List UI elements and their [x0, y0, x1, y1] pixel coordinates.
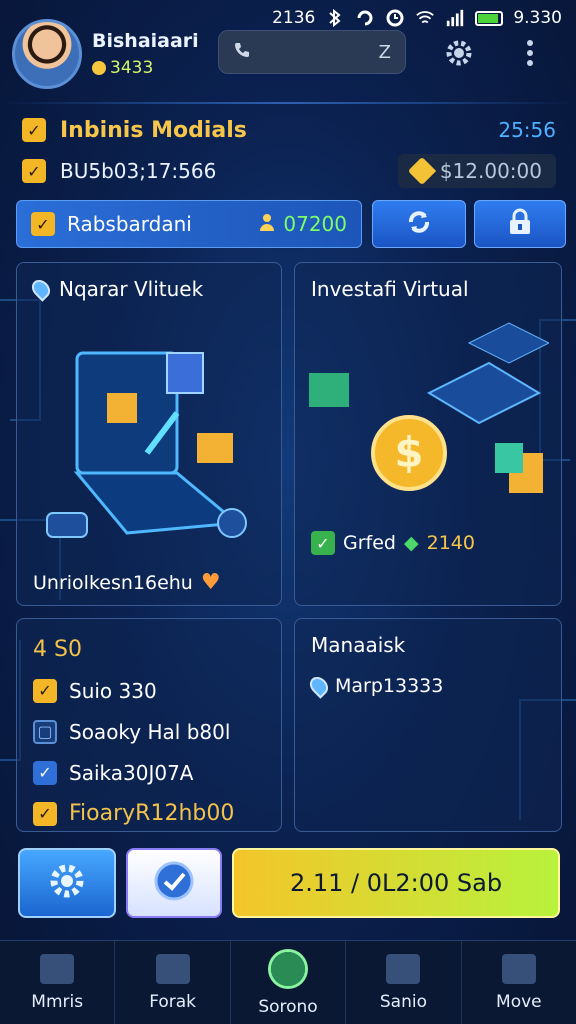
- coin-value: 3433: [110, 58, 154, 78]
- checkbox-icon[interactable]: ▢: [33, 719, 57, 744]
- list-item[interactable]: ✓ Saika30J07A: [33, 752, 265, 793]
- check-icon[interactable]: ✓: [22, 159, 46, 183]
- card-title: Investafi Virtual: [311, 277, 469, 301]
- nav-label: Forak: [149, 991, 197, 1012]
- card-title-text: Manaaisk: [311, 633, 406, 657]
- main-action-button[interactable]: 2.11 / 0L2:00 Sab: [232, 848, 560, 918]
- card-checklist: 4 S0 ✓ Suio 330 ▢ Soaoky Hal b80l ✓ Saik…: [16, 618, 282, 832]
- lock-icon: [507, 208, 533, 240]
- home-icon: [40, 953, 75, 984]
- info-title: Inbinis Modials: [60, 117, 247, 143]
- checklist: 4 S0 ✓ Suio 330 ▢ Soaoky Hal b80l ✓ Saik…: [33, 629, 265, 834]
- pin-icon: [306, 673, 332, 699]
- card-item: Marp13333: [306, 673, 444, 699]
- card-footer-label: Grfed: [343, 532, 396, 554]
- svg-text:$: $: [394, 428, 423, 477]
- search-bar[interactable]: Z: [218, 30, 406, 74]
- more-icon[interactable]: [520, 36, 540, 70]
- info-row-code: ✓ BU5b03;17:566 $12.00:00: [22, 154, 556, 188]
- info-code: BU5b03;17:566: [60, 159, 217, 183]
- list-item[interactable]: ▢ Soaoky Hal b80l: [33, 711, 265, 752]
- info-row-title: ✓ Inbinis Modials 25:56: [22, 116, 556, 144]
- action-amount-value: 07200: [283, 212, 347, 236]
- coin-balance: 3433: [92, 58, 199, 78]
- gear-icon[interactable]: [442, 36, 476, 70]
- leaf-icon: ◆: [403, 532, 419, 554]
- card-item-text: Marp13333: [335, 675, 444, 697]
- header-divider: [0, 102, 576, 104]
- search-value: Z: [378, 41, 391, 63]
- action-amount: 07200: [259, 212, 347, 236]
- check-icon[interactable]: ✓: [33, 678, 57, 703]
- settings-button[interactable]: [18, 848, 116, 918]
- list-item-label: Saika30J07A: [69, 760, 194, 785]
- gear-icon: [47, 861, 87, 905]
- globe-icon: [268, 948, 309, 989]
- calendar-icon: [155, 953, 190, 984]
- list-item[interactable]: ✓ Suio 330: [33, 670, 265, 711]
- card-footer: ✓ Grfed ◆ 2140: [311, 531, 475, 555]
- balance-value: $12.00:00: [439, 159, 542, 183]
- nav-label: Mmris: [31, 991, 84, 1012]
- action-label: Rabsbardani: [67, 212, 192, 236]
- list-item: 4 S0: [33, 629, 265, 670]
- folder-icon: [386, 953, 421, 984]
- lock-button[interactable]: [474, 200, 566, 248]
- list-item-label: FioaryR12hb00: [69, 801, 235, 826]
- card-virtual-left[interactable]: Nqarar Vlituek Unriolkesn16ehu ♥: [16, 262, 282, 606]
- username: Bishaiaari: [92, 30, 199, 52]
- refresh-icon: [405, 208, 433, 240]
- user-icon: [259, 212, 275, 236]
- nav-item-sanio[interactable]: Sanio: [346, 941, 462, 1024]
- coin-icon: [92, 61, 106, 75]
- main-action-label: 2.11 / 0L2:00 Sab: [289, 869, 503, 897]
- nav-item-forak[interactable]: Forak: [115, 941, 231, 1024]
- balance-pill[interactable]: $12.00:00: [397, 154, 556, 188]
- card-footer-text: Unriolkesn16ehu: [33, 571, 193, 594]
- check-icon[interactable]: ✓: [22, 118, 46, 142]
- check-icon[interactable]: ✓: [311, 531, 335, 555]
- laptop-illustration: [46, 351, 247, 538]
- list-item-label: Suio 330: [69, 678, 157, 703]
- nav-item-mmris[interactable]: Mmris: [0, 941, 116, 1024]
- check-circle-icon: [153, 860, 195, 906]
- nav-label: Move: [496, 991, 542, 1012]
- card-investafi[interactable]: Investafi Virtual $ ✓ Grfed ◆ 2140: [294, 262, 562, 606]
- check-icon[interactable]: ✓: [33, 760, 57, 785]
- phone-icon: [233, 41, 251, 64]
- heart-icon: [407, 156, 436, 186]
- refresh-button[interactable]: [372, 200, 466, 248]
- card-title: Nqarar Vlituek: [28, 276, 204, 302]
- confirm-button[interactable]: [126, 848, 222, 918]
- action-bar[interactable]: ✓ Rabsbardani 07200: [16, 200, 362, 248]
- user-block: Bishaiaari 3433: [92, 30, 199, 78]
- card-footer-value: 2140: [426, 532, 475, 554]
- avatar[interactable]: [12, 19, 82, 89]
- chat-icon: [501, 953, 536, 984]
- card-title: Manaaisk: [311, 633, 405, 657]
- list-item-label: 4 S0: [33, 637, 82, 662]
- card-manaaisk[interactable]: Manaaisk Marp13333: [294, 618, 562, 832]
- nav-item-sorono[interactable]: Sorono: [231, 941, 347, 1024]
- coin-illustration: $: [309, 322, 549, 493]
- nav-item-move[interactable]: Move: [462, 941, 576, 1024]
- check-icon[interactable]: ✓: [33, 801, 57, 826]
- card-title-text: Investafi Virtual: [311, 277, 469, 301]
- bottom-nav: Mmris Forak Sorono Sanio Move: [0, 940, 576, 1024]
- list-item-label: Soaoky Hal b80l: [69, 719, 231, 744]
- nav-label: Sanio: [379, 991, 427, 1012]
- card-title-text: Nqarar Vlituek: [59, 277, 204, 301]
- pin-icon: [28, 276, 54, 302]
- heart-icon: ♥: [200, 570, 221, 595]
- check-icon: ✓: [31, 212, 55, 236]
- info-time: 25:56: [498, 118, 556, 142]
- nav-label: Sorono: [258, 996, 318, 1017]
- list-item[interactable]: ✓ FioaryR12hb00: [33, 793, 265, 834]
- card-footer: Unriolkesn16ehu ♥: [33, 570, 221, 595]
